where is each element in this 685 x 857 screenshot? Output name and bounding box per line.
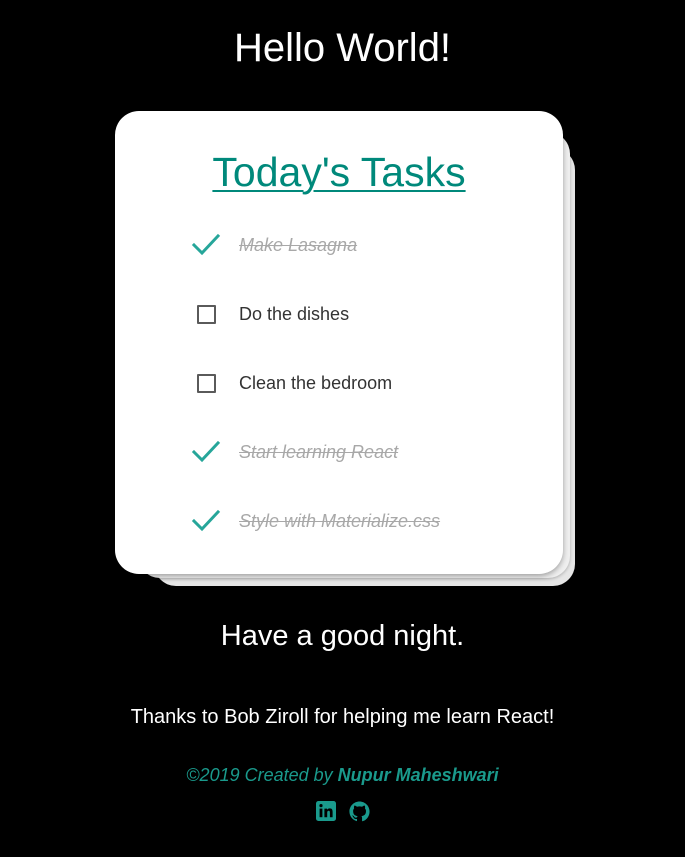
credit-prefix: ©2019 Created by (186, 765, 338, 785)
page: Hello World! Today's Tasks Make Lasagna … (0, 0, 685, 857)
checkmark-icon[interactable] (191, 506, 221, 536)
todo-item-label: Make Lasagna (239, 234, 358, 255)
todo-card: Today's Tasks Make Lasagna Do the dishes… (115, 111, 563, 574)
github-icon[interactable] (349, 800, 371, 822)
todo-item[interactable]: Make Lasagna (191, 227, 357, 263)
todo-item[interactable]: Do the dishes (191, 296, 349, 332)
todo-item[interactable]: Start learning React (191, 434, 398, 470)
todo-title-link[interactable]: Today's Tasks (115, 147, 563, 197)
linkedin-icon[interactable] (315, 800, 337, 822)
page-heading: Hello World! (233, 26, 452, 70)
todo-item-label: Clean the bedroom (239, 372, 393, 393)
checkmark-icon[interactable] (191, 230, 221, 260)
greeting-text: Have a good night. (220, 620, 465, 652)
thanks-text: Thanks to Bob Ziroll for helping me lear… (130, 706, 555, 728)
todo-item-label: Do the dishes (239, 303, 350, 324)
todo-item[interactable]: Style with Materialize.css (191, 503, 440, 539)
author-link[interactable]: Nupur Maheshwari (338, 765, 499, 785)
checkbox-unchecked[interactable] (191, 299, 221, 329)
todo-item-label: Style with Materialize.css (239, 510, 441, 531)
social-links (0, 800, 685, 822)
todo-item-label: Start learning React (239, 441, 399, 462)
checkbox-unchecked[interactable] (191, 368, 221, 398)
footer-credit: ©2019 Created by Nupur Maheshwari (0, 762, 685, 788)
todo-item[interactable]: Clean the bedroom (191, 365, 392, 401)
checkmark-icon[interactable] (191, 437, 221, 467)
